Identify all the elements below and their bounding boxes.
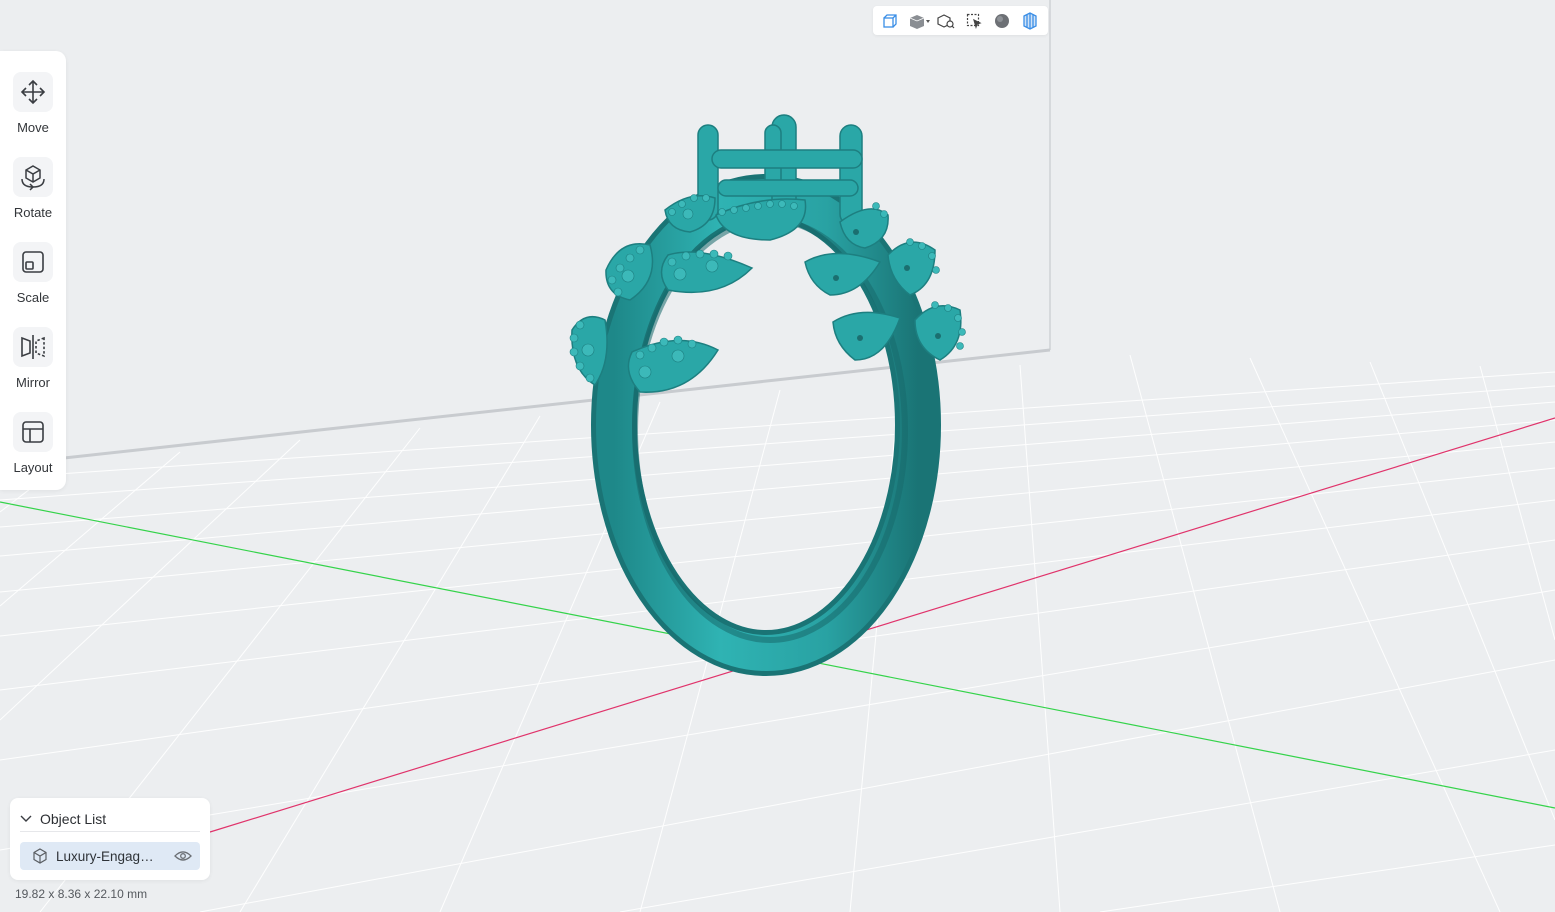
select-region-icon[interactable]: [963, 11, 985, 31]
mirror-label: Mirror: [16, 375, 50, 390]
3d-viewport[interactable]: [0, 0, 1555, 912]
scene-canvas[interactable]: [0, 0, 1555, 912]
view-toolbar: [873, 6, 1048, 35]
transform-toolbar: Move Rotate Scale Mirror Layout: [0, 51, 66, 490]
perspective-view-icon[interactable]: [879, 11, 901, 31]
mirror-tool[interactable]: Mirror: [0, 327, 66, 407]
scale-button[interactable]: [13, 242, 53, 282]
cube-icon: [33, 848, 47, 864]
move-button[interactable]: [13, 72, 53, 112]
layout-button[interactable]: [13, 412, 53, 452]
move-tool[interactable]: Move: [0, 72, 66, 152]
move-icon: [20, 79, 46, 105]
rotate-icon: [21, 165, 45, 191]
layout-tool[interactable]: Layout: [0, 412, 66, 492]
shading-sphere-icon[interactable]: [991, 11, 1013, 31]
scale-icon: [22, 251, 44, 273]
layout-label: Layout: [13, 460, 53, 475]
move-label: Move: [17, 120, 49, 135]
x-axis-line: [209, 417, 1555, 833]
mirror-button[interactable]: [13, 327, 53, 367]
wireframe-icon[interactable]: [1019, 11, 1041, 31]
mirror-icon: [21, 335, 45, 359]
layout-icon: [22, 421, 44, 443]
object-list-header[interactable]: Object List: [20, 807, 200, 832]
eye-icon[interactable]: [174, 850, 192, 862]
chevron-down-icon[interactable]: [20, 814, 32, 824]
object-list-item[interactable]: Luxury-Engagement-Ring: [20, 842, 200, 870]
rotate-label: Rotate: [13, 205, 53, 220]
rotate-button[interactable]: [13, 157, 53, 197]
zoom-fit-icon[interactable]: [935, 11, 957, 31]
object-name: Luxury-Engagement-Ring: [56, 848, 160, 864]
ring-model[interactable]: [569, 114, 966, 676]
standard-views-icon[interactable]: [907, 11, 933, 31]
object-list-title: Object List: [40, 811, 107, 827]
scale-tool[interactable]: Scale: [0, 242, 66, 322]
rotate-tool[interactable]: Rotate: [0, 157, 66, 237]
object-list-panel: Object List Luxury-Engagement-Ring: [10, 798, 210, 880]
model-dimensions: 19.82 x 8.36 x 22.10 mm: [15, 887, 148, 901]
scale-label: Scale: [16, 290, 50, 305]
